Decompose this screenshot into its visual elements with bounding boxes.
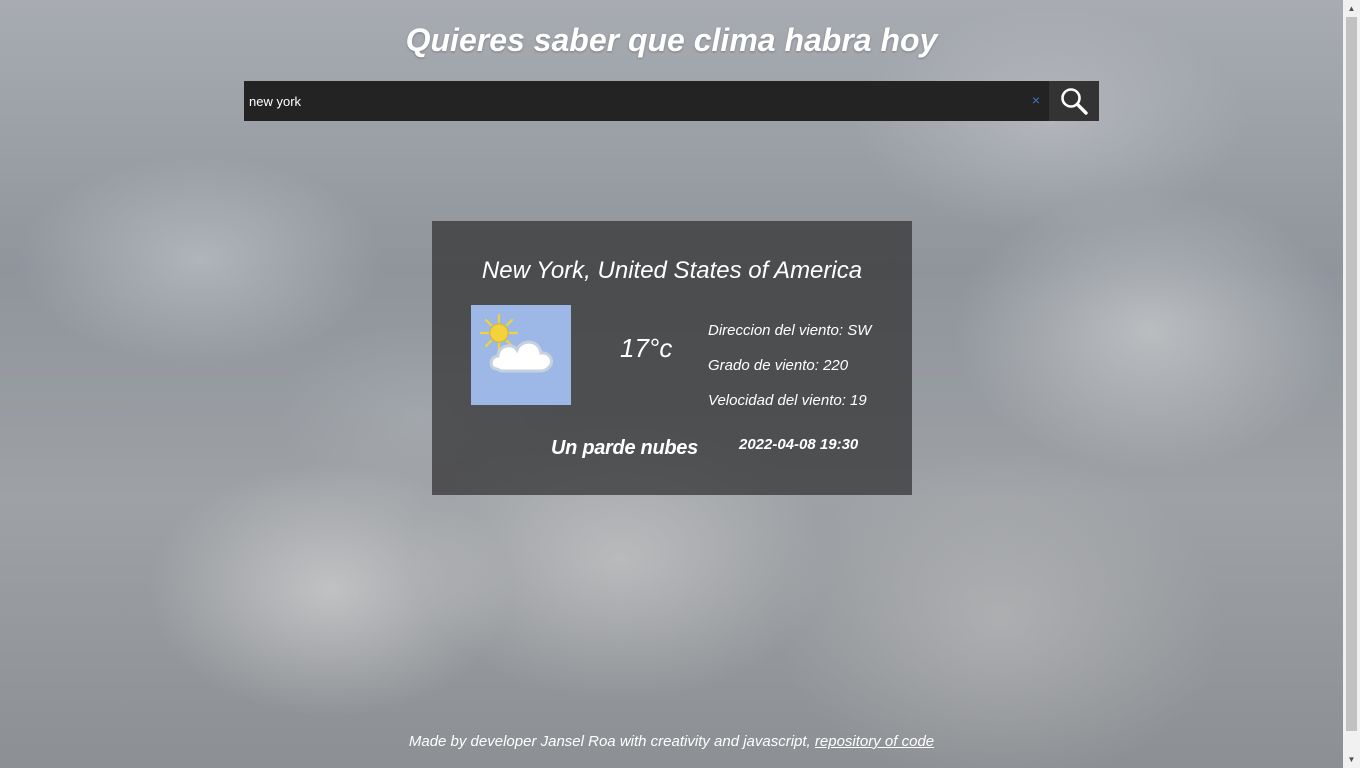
scrollbar[interactable]: ▲ ▼ <box>1343 0 1360 768</box>
scroll-up-arrow-icon[interactable]: ▲ <box>1343 0 1360 17</box>
page: Quieres saber que clima habra hoy × New … <box>0 0 1343 768</box>
wind-speed: Velocidad del viento: 19 <box>708 392 867 409</box>
search-bar: × <box>244 81 1099 121</box>
search-input[interactable] <box>244 81 1049 121</box>
search-icon <box>1061 88 1088 115</box>
temperature: 17°c <box>620 333 673 363</box>
search-input-wrapper: × <box>244 81 1049 121</box>
search-button[interactable] <box>1049 81 1099 121</box>
scroll-down-arrow-icon[interactable]: ▼ <box>1343 751 1360 768</box>
weather-datetime: 2022-04-08 19:30 <box>739 436 859 453</box>
weather-description: Un parde nubes <box>551 437 698 459</box>
partly-cloudy-icon <box>471 305 571 405</box>
wind-info: Direccion del viento: SW Grado de viento… <box>708 322 871 427</box>
scrollbar-thumb[interactable] <box>1346 17 1357 731</box>
repository-link[interactable]: repository of code <box>815 733 934 750</box>
city-name: New York, United States of America <box>481 257 863 284</box>
page-title: Quieres saber que clima habra hoy <box>405 22 938 58</box>
clear-icon[interactable]: × <box>1029 93 1043 107</box>
wind-direction: Direccion del viento: SW <box>708 322 872 339</box>
footer: Made by developer Jansel Roa with creati… <box>0 733 1343 750</box>
weather-card: New York, United States of America 17°c <box>432 221 912 495</box>
footer-text: Made by developer Jansel Roa with creati… <box>408 733 811 750</box>
wind-degree: Grado de viento: 220 <box>708 357 849 374</box>
